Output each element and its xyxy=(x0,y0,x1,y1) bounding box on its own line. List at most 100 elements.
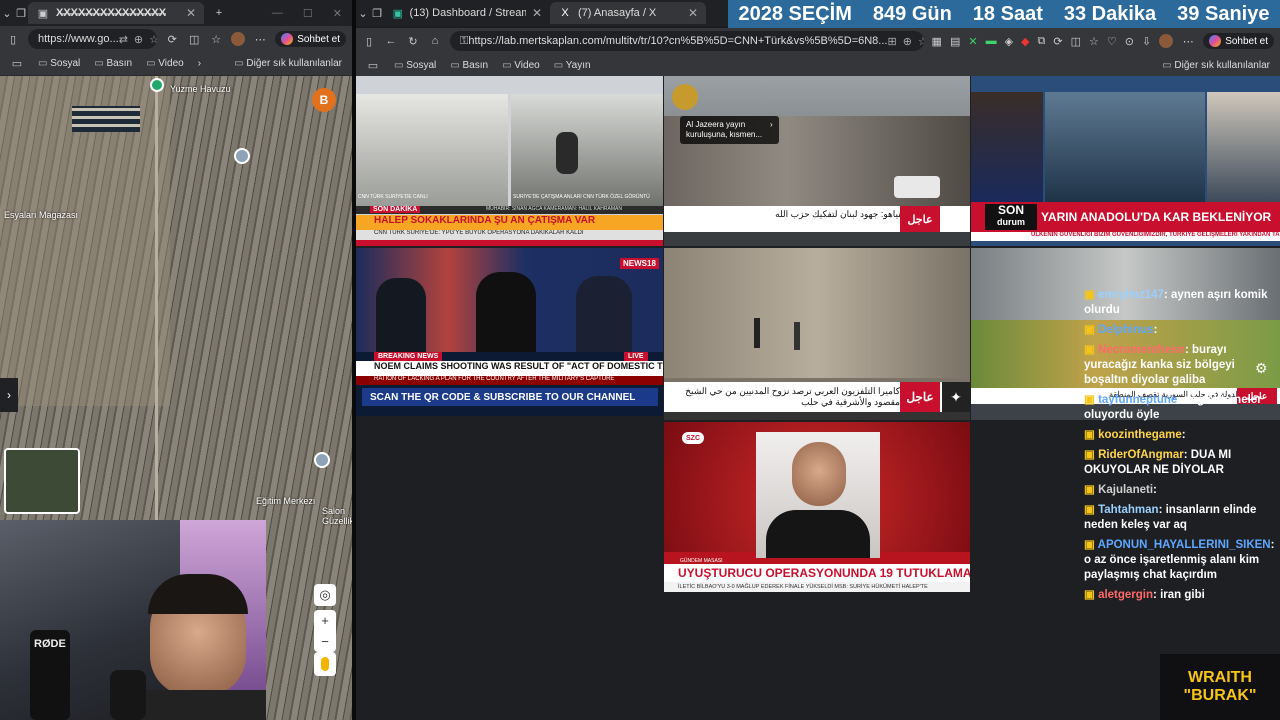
site-info-icon[interactable]: ⚿ xyxy=(460,34,468,48)
close-tab-icon[interactable]: ✕ xyxy=(532,6,542,20)
home-icon[interactable]: ⌂ xyxy=(428,34,442,48)
chat-username[interactable]: RiderOfAngmar xyxy=(1098,449,1184,461)
bookmark-sosyal[interactable]: Sosyal xyxy=(394,60,436,71)
streamlabs-favicon-icon: ▣ xyxy=(392,7,403,20)
chat-username[interactable]: aletgergin xyxy=(1098,589,1153,601)
tab-list-icon[interactable]: ⌄ xyxy=(0,6,14,20)
extension-3-icon[interactable]: ✕ xyxy=(968,35,977,48)
more-icon[interactable]: ⋯ xyxy=(1181,34,1195,48)
favorites-icon[interactable]: ☆ xyxy=(1089,35,1099,48)
chat-username[interactable]: Tahtahman xyxy=(1098,504,1159,516)
countdown-title: 2028 SEÇİM xyxy=(738,2,852,25)
copilot-chat-button[interactable]: Sohbet et xyxy=(1203,33,1274,49)
reading-list-icon[interactable]: ▭ xyxy=(10,57,24,71)
map-location-marker-icon[interactable] xyxy=(234,148,250,164)
street-view-pegman-icon[interactable] xyxy=(314,652,336,676)
extension-1-icon[interactable]: ▦ xyxy=(932,35,942,48)
map-avatar[interactable]: B xyxy=(312,88,336,112)
chat-username[interactable]: Necromenthesn xyxy=(1098,344,1185,356)
workspaces-icon[interactable]: ❐ xyxy=(14,6,28,20)
extension-2-icon[interactable]: ▤ xyxy=(950,35,960,48)
extensions-icon[interactable]: ⟳ xyxy=(165,32,179,46)
tab-list-icon[interactable]: ⌄ xyxy=(356,6,370,20)
tile-news18[interactable]: NEWS18 BREAKING NEWS LIVE NOEM CLAIMS SH… xyxy=(356,248,663,416)
right-url-field[interactable]: ⚿ https://lab.mertskaplan.com/multitv/tr… xyxy=(450,31,924,51)
bookmark-other[interactable]: Diğer sık kullanılanlar xyxy=(234,58,342,69)
chat-username[interactable]: tayfunneptune xyxy=(1098,394,1177,406)
more-icon[interactable]: ⋯ xyxy=(253,32,267,46)
bookmark-basin[interactable]: Basın xyxy=(94,58,132,69)
sidebar-icon[interactable]: ▯ xyxy=(362,34,376,48)
zoom-in-icon[interactable]: + xyxy=(321,613,329,628)
pedestrian xyxy=(754,318,760,348)
collections-icon[interactable]: ♡ xyxy=(1107,35,1117,48)
extension-6-icon[interactable]: ◆ xyxy=(1021,35,1029,48)
close-tab-icon[interactable]: ✕ xyxy=(688,6,698,20)
bookmark-basin[interactable]: Basın xyxy=(450,60,488,71)
history-icon[interactable]: ⊙ xyxy=(1125,35,1134,48)
tile-alaraby[interactable]: كاميرا التلفزيون العربي ترصد نزوح المدني… xyxy=(664,248,970,420)
workspaces-icon[interactable]: ❐ xyxy=(370,6,384,20)
minimize-icon[interactable]: — xyxy=(272,7,283,20)
tile-haberturk[interactable]: SON durum YARIN ANADOLU'DA KAR BEKLENİYO… xyxy=(971,76,1280,246)
copilot-label: Sohbet et xyxy=(1225,35,1268,47)
tile-szc[interactable]: SZC GÜNDEM MASASI UYUŞTURUCU OPERASYONUN… xyxy=(664,422,970,592)
map-pin-icon[interactable] xyxy=(150,78,164,92)
downloads-icon[interactable]: ⇩ xyxy=(1142,35,1151,48)
zoom-controls: + − xyxy=(314,610,336,652)
profile-avatar[interactable] xyxy=(231,32,246,46)
bookmark-other[interactable]: Diğer sık kullanılanlar xyxy=(1162,60,1270,71)
close-tab-icon[interactable]: ✕ xyxy=(186,6,196,20)
chat-username[interactable]: Kajulaneti xyxy=(1098,484,1153,496)
split-icon[interactable]: ◫ xyxy=(187,32,201,46)
chat-username[interactable]: APONUN_HAYALLERINI_SIKEN xyxy=(1098,539,1271,551)
tab-streamlabs[interactable]: ▣ (13) Dashboard / Streamlabs ✕ xyxy=(384,2,550,24)
copilot-chat-button[interactable]: Sohbet et xyxy=(275,31,346,47)
bookmark-video[interactable]: Video xyxy=(146,58,183,69)
right-url-text: https://lab.mertskaplan.com/multitv/tr/1… xyxy=(468,35,888,47)
chat-username[interactable]: koozinthegame xyxy=(1098,429,1182,441)
aljazeera-popup[interactable]: Al Jazeera yayın kuruluşuna, kısmen... › xyxy=(680,116,779,144)
popup-arrow-icon[interactable]: › xyxy=(770,120,773,140)
map-layer-thumbnail[interactable] xyxy=(4,448,80,514)
zoom-icon[interactable]: ⊕ xyxy=(903,35,912,48)
extension-7-icon[interactable]: ⧉ xyxy=(1038,35,1046,48)
favorites-icon[interactable]: ☆ xyxy=(209,32,223,46)
bookmark-sosyal[interactable]: Sosyal xyxy=(38,58,80,69)
extension-5-icon[interactable]: ◈ xyxy=(1005,35,1013,48)
map-location-marker-icon[interactable] xyxy=(314,452,330,468)
bookmark-video[interactable]: Video xyxy=(502,60,539,71)
chat-colon: : xyxy=(1181,429,1186,441)
bookmark-yayin[interactable]: Yayın xyxy=(554,60,591,71)
reload-icon[interactable]: ↻ xyxy=(406,34,420,48)
chat-username[interactable]: Delphinus xyxy=(1098,324,1154,336)
extension-4-icon[interactable]: ▬ xyxy=(986,35,997,48)
chat-username[interactable]: emrylmz147 xyxy=(1098,289,1164,301)
reading-list-icon[interactable]: ▭ xyxy=(366,59,380,73)
left-url-field[interactable]: https://www.go... ⇄ ⊕ ☆ xyxy=(28,29,158,49)
star-icon[interactable]: ☆ xyxy=(149,33,157,46)
back-icon[interactable]: ← xyxy=(384,34,398,48)
tile-aljazeera[interactable]: Al Jazeera yayın kuruluşuna, kısmen... › … xyxy=(664,76,970,246)
tab-x-home[interactable]: X (7) Anasayfa / X ✕ xyxy=(550,2,706,24)
profile-avatar[interactable] xyxy=(1159,34,1174,48)
zoom-out-icon[interactable]: − xyxy=(321,634,329,649)
extensions-icon[interactable]: ⟳ xyxy=(1053,35,1062,48)
chat-message: ▣ aletgergin: iran gibi xyxy=(1084,588,1276,603)
maximize-icon[interactable]: ☐ xyxy=(303,7,313,20)
new-tab-icon[interactable]: + xyxy=(212,6,226,20)
app-available-icon[interactable]: ⊞ xyxy=(887,35,896,48)
sidebar-icon[interactable]: ▯ xyxy=(6,32,20,46)
map-label: Esyaları Magazası xyxy=(4,210,79,220)
chat-colon: : xyxy=(1153,589,1161,601)
split-icon[interactable]: ◫ xyxy=(1071,35,1081,48)
map-expand-icon[interactable]: › xyxy=(0,378,18,412)
bookmarks-overflow-icon[interactable]: › xyxy=(198,58,201,69)
left-active-tab[interactable]: ▣ X̶X̶X̶X̶X̶X̶X̶X̶X̶X̶X̶X̶X̶X̶X̶ ✕ xyxy=(28,2,204,24)
translate-icon[interactable]: ⇄ xyxy=(119,33,128,46)
my-location-icon[interactable]: ◎ xyxy=(314,584,336,606)
close-window-icon[interactable]: ✕ xyxy=(333,7,342,20)
star-icon[interactable]: ☆ xyxy=(918,35,924,48)
zoom-icon[interactable]: ⊕ xyxy=(134,33,143,46)
tile-cnnturk[interactable]: CNN TÜRK SURİYE'DE CANLI SURİYE'DE ÇATIŞ… xyxy=(356,76,663,246)
